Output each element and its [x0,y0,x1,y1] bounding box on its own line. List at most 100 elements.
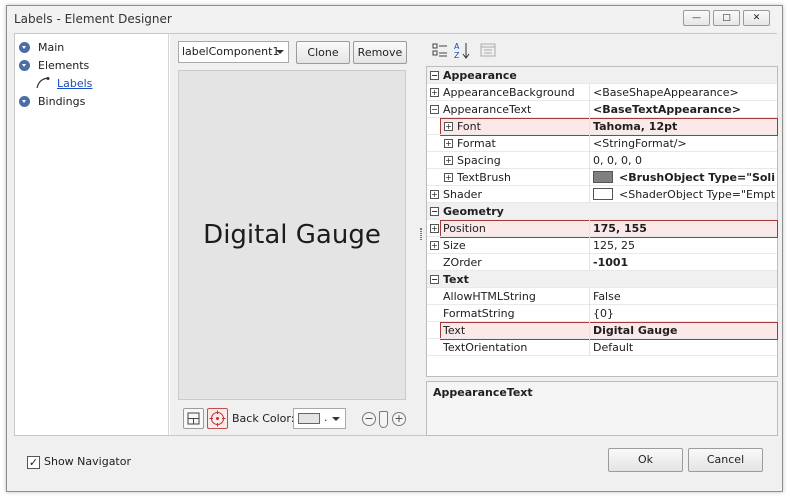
component-select-value: labelComponent1 [182,45,280,58]
property-row[interactable]: AllowHTMLString False [427,288,777,305]
collapse-icon[interactable]: − [430,71,439,80]
column-separator [589,322,590,339]
property-name: FormatString [443,307,515,320]
expand-icon[interactable]: + [444,139,453,148]
show-navigator-checkbox[interactable]: ✓ [27,456,40,469]
expand-icon[interactable]: + [430,241,439,250]
property-value[interactable]: 175, 155 [593,222,775,235]
color-swatch [298,413,320,424]
collapse-icon[interactable]: − [430,105,439,114]
property-name: ZOrder [443,256,482,269]
property-value[interactable]: 0, 0, 0, 0 [593,154,775,167]
property-value[interactable]: {0} [593,307,775,320]
expand-icon[interactable]: + [444,156,453,165]
minus-icon: − [364,412,374,425]
maximize-button[interactable]: □ [713,10,740,26]
nav-item-elements[interactable]: Elements [19,57,89,73]
property-pages-button[interactable] [478,40,498,60]
nav-item-label: Bindings [38,94,86,108]
ok-button[interactable]: Ok [608,448,683,472]
cancel-button[interactable]: Cancel [688,448,763,472]
designer-body: Main Elements Labels Bindings labelCompo… [14,33,778,436]
property-value[interactable]: <ShaderObject Type="Empty"/> [593,188,775,201]
show-navigator-label: Show Navigator [44,455,132,468]
property-value[interactable]: Digital Gauge [593,324,775,337]
property-value-text: Digital Gauge [593,324,678,337]
clone-button[interactable]: Clone [296,41,350,64]
property-value[interactable]: -1001 [593,256,775,269]
column-separator [589,220,590,237]
component-select[interactable]: labelComponent1 [178,41,289,63]
property-name: Size [443,239,466,252]
property-row[interactable]: + Spacing 0, 0, 0, 0 [427,152,777,169]
property-value-text: <StringFormat/> [593,137,687,150]
property-value[interactable]: <BaseShapeAppearance> [593,86,775,99]
column-separator [589,186,590,203]
nav-item-labels[interactable]: Labels [35,75,92,91]
property-value[interactable]: <BaseTextAppearance> [593,103,775,116]
property-description: AppearanceText [426,381,778,436]
layout-toggle-button[interactable] [183,408,204,429]
digital-gauge-label[interactable]: Digital Gauge [179,220,405,250]
property-grid[interactable]: − Appearance + AppearanceBackground <BaseSha… [426,66,778,377]
expand-icon[interactable]: + [444,122,453,131]
column-separator [589,288,590,305]
center-target-button[interactable] [207,408,228,429]
property-value-text: 0, 0, 0, 0 [593,154,642,167]
column-separator [589,169,590,186]
minimize-button[interactable]: — [683,10,710,26]
property-row[interactable]: TextOrientation Default [427,339,777,356]
nav-item-bindings[interactable]: Bindings [19,93,85,109]
property-name: Text [443,324,466,337]
back-color-select[interactable]: . [293,408,346,429]
property-row[interactable]: + AppearanceBackground <BaseShapeAppearanc… [427,84,777,101]
zoom-slider-thumb[interactable] [379,411,388,428]
navigator-panel: Main Elements Labels Bindings [15,34,169,435]
label-element-icon [36,77,50,89]
property-row[interactable]: + Shader <ShaderObject Type="Empty"/> [427,186,777,203]
expand-icon[interactable]: + [430,190,439,199]
nav-item-label: Elements [38,58,90,72]
zoom-in-button[interactable]: + [392,412,406,426]
property-row[interactable]: + TextBrush <BrushObject Type="Solid" [427,169,777,186]
property-value[interactable]: <BrushObject Type="Solid" [593,171,775,184]
property-row[interactable]: − AppearanceText <BaseTextAppearance> [427,101,777,118]
property-value[interactable]: Tahoma, 12pt [593,120,775,133]
layout-icon [187,412,200,425]
property-category-row[interactable]: − Geometry [427,203,777,220]
property-value[interactable]: False [593,290,775,303]
property-row[interactable]: + Position 175, 155 [427,220,777,237]
grip-icon [420,228,422,240]
property-category-row[interactable]: − Appearance [427,67,777,84]
design-canvas[interactable]: Digital Gauge [178,70,406,400]
property-name: Text [443,273,469,286]
property-category-row[interactable]: − Text [427,271,777,288]
property-row[interactable]: + Size 125, 25 [427,237,777,254]
property-row[interactable]: + Font Tahoma, 12pt [427,118,777,135]
nav-item-main[interactable]: Main [19,39,64,55]
property-row[interactable]: + Format <StringFormat/> [427,135,777,152]
property-row[interactable]: FormatString {0} [427,305,777,322]
remove-button[interactable]: Remove [353,41,407,64]
window-title: Labels - Element Designer [14,12,172,26]
column-separator [589,305,590,322]
property-value-text: False [593,290,621,303]
property-value[interactable]: Default [593,341,775,354]
close-button[interactable]: ✕ [743,10,770,26]
property-name: Position [443,222,486,235]
property-row[interactable]: ZOrder -1001 [427,254,777,271]
dialog-footer: ✓ Show Navigator Ok Cancel [7,437,782,492]
zoom-out-button[interactable]: − [362,412,376,426]
property-value[interactable]: <StringFormat/> [593,137,775,150]
expand-icon[interactable]: + [430,224,439,233]
alphabetical-sort-button[interactable]: AZ [452,40,472,60]
property-value[interactable]: 125, 25 [593,239,775,252]
expand-icon[interactable]: + [444,173,453,182]
collapse-icon[interactable]: − [430,207,439,216]
property-row[interactable]: Text Digital Gauge [427,322,777,339]
categorized-view-button[interactable] [430,40,450,60]
expand-icon[interactable]: + [430,88,439,97]
collapse-icon[interactable]: − [430,275,439,284]
collapse-icon [19,41,30,53]
property-value-text: <BrushObject Type="Solid" [619,171,775,184]
